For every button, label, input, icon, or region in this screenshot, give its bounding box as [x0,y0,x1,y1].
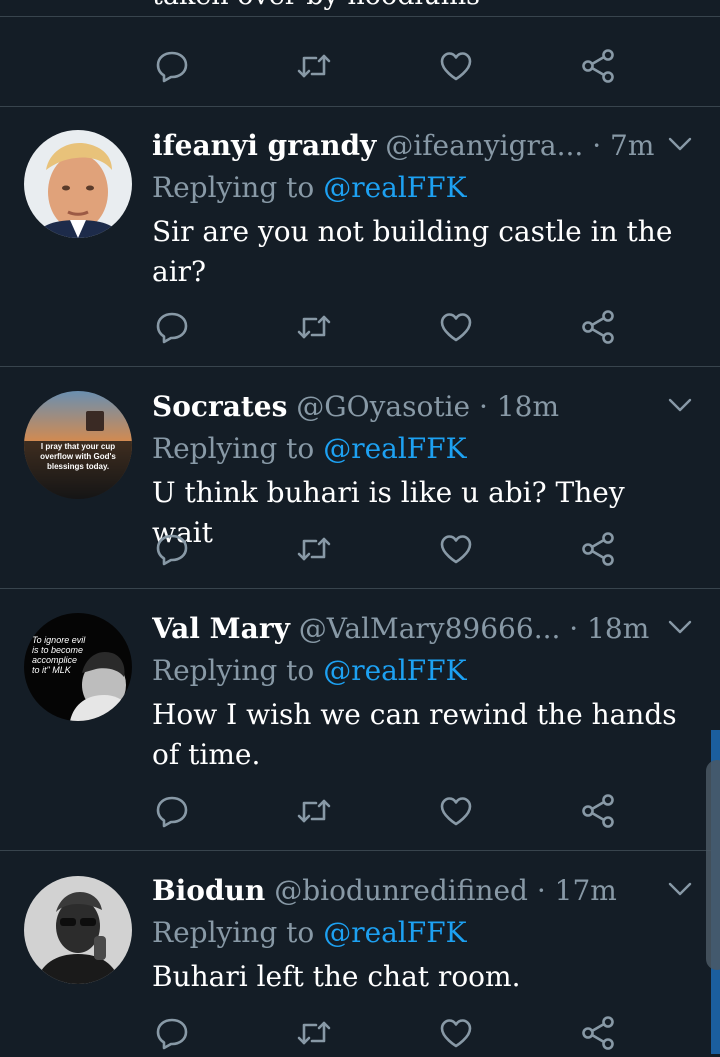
tweet[interactable]: ifeanyi grandy @ifeanyigra... · 7m Reply… [0,106,720,367]
retweet-icon[interactable] [294,1013,334,1053]
retweet-icon[interactable] [294,46,334,86]
tweet-actions [152,46,632,86]
timestamp: · 17m [536,874,617,907]
tweet-actions [152,1013,632,1053]
mention-link[interactable]: @realFFK [323,171,466,204]
retweet-icon[interactable] [294,791,334,831]
svg-text:accomplice: accomplice [32,655,77,665]
share-icon[interactable] [578,1013,618,1053]
svg-text:is to become: is to become [32,645,83,655]
svg-text:blessings today.: blessings today. [47,462,109,471]
reply-icon[interactable] [152,791,192,831]
replying-to: Replying to @realFFK [152,168,467,208]
share-icon[interactable] [578,307,618,347]
divider [0,16,720,17]
reply-icon[interactable] [152,307,192,347]
tweet-text: How I wish we can rewind the hands of ti… [152,698,677,771]
svg-text:To ignore evil: To ignore evil [32,635,86,645]
share-icon[interactable] [578,46,618,86]
like-icon[interactable] [436,529,476,569]
avatar[interactable]: I pray that your cup overflow with God's… [24,391,132,499]
chevron-down-icon[interactable] [668,136,692,152]
tweet-header: Val Mary @ValMary89666... · 18m [152,609,672,649]
svg-text:to it" MLK: to it" MLK [32,665,72,675]
user-handle[interactable]: @ValMary89666... [299,612,561,645]
tweet-actions [152,307,632,347]
retweet-icon[interactable] [294,307,334,347]
scrollbar-thumb[interactable] [706,760,720,970]
svg-text:I pray that your cup: I pray that your cup [41,442,115,451]
previous-tweet[interactable]: taken over by hoodlums [0,0,720,107]
display-name[interactable]: Socrates [152,390,287,423]
chevron-down-icon[interactable] [668,397,692,413]
tweet-actions [152,791,632,831]
user-handle[interactable]: @ifeanyigra... [385,129,583,162]
tweet-header: Socrates @GOyasotie · 18m [152,387,672,427]
mention-link[interactable]: @realFFK [323,916,466,949]
like-icon[interactable] [436,791,476,831]
user-handle[interactable]: @GOyasotie [296,390,470,423]
timestamp: · 18m [569,612,650,645]
avatar[interactable] [24,876,132,984]
replying-to: Replying to @realFFK [152,429,467,469]
tweet[interactable]: To ignore evil is to become accomplice t… [0,589,720,851]
retweet-icon[interactable] [294,529,334,569]
replying-to: Replying to @realFFK [152,651,467,691]
chevron-down-icon[interactable] [668,881,692,897]
replying-label: Replying to [152,171,315,204]
timestamp: · 7m [592,129,655,162]
tweet-text: Buhari left the chat room. [152,960,521,993]
share-icon[interactable] [578,791,618,831]
display-name[interactable]: ifeanyi grandy [152,129,376,162]
like-icon[interactable] [436,307,476,347]
reply-icon[interactable] [152,1013,192,1053]
tweet[interactable]: I pray that your cup overflow with God's… [0,367,720,589]
mention-link[interactable]: @realFFK [323,432,466,465]
share-icon[interactable] [578,529,618,569]
replying-to: Replying to @realFFK [152,913,467,953]
tweet-header: ifeanyi grandy @ifeanyigra... · 7m [152,126,672,166]
tweet-text: Sir are you not building castle in the a… [152,215,673,288]
tweet-header: Biodun @biodunredifined · 17m [152,871,672,911]
timeline-feed: taken over by hoodlums [0,0,720,1054]
avatar[interactable] [24,130,132,238]
reply-icon[interactable] [152,529,192,569]
reply-icon[interactable] [152,46,192,86]
display-name[interactable]: Biodun [152,874,265,907]
replying-label: Replying to [152,916,315,949]
svg-text:overflow with God's: overflow with God's [40,452,116,461]
like-icon[interactable] [436,46,476,86]
mention-link[interactable]: @realFFK [323,654,466,687]
tweet-actions [152,529,632,569]
display-name[interactable]: Val Mary [152,612,290,645]
previous-tweet-text: taken over by hoodlums [152,0,480,11]
user-handle[interactable]: @biodunredifined [274,874,528,907]
avatar[interactable]: To ignore evil is to become accomplice t… [24,613,132,721]
like-icon[interactable] [436,1013,476,1053]
replying-label: Replying to [152,432,315,465]
chevron-down-icon[interactable] [668,619,692,635]
replying-label: Replying to [152,654,315,687]
timestamp: · 18m [479,390,559,423]
tweet[interactable]: Biodun @biodunredifined · 17m Replying t… [0,851,720,1054]
